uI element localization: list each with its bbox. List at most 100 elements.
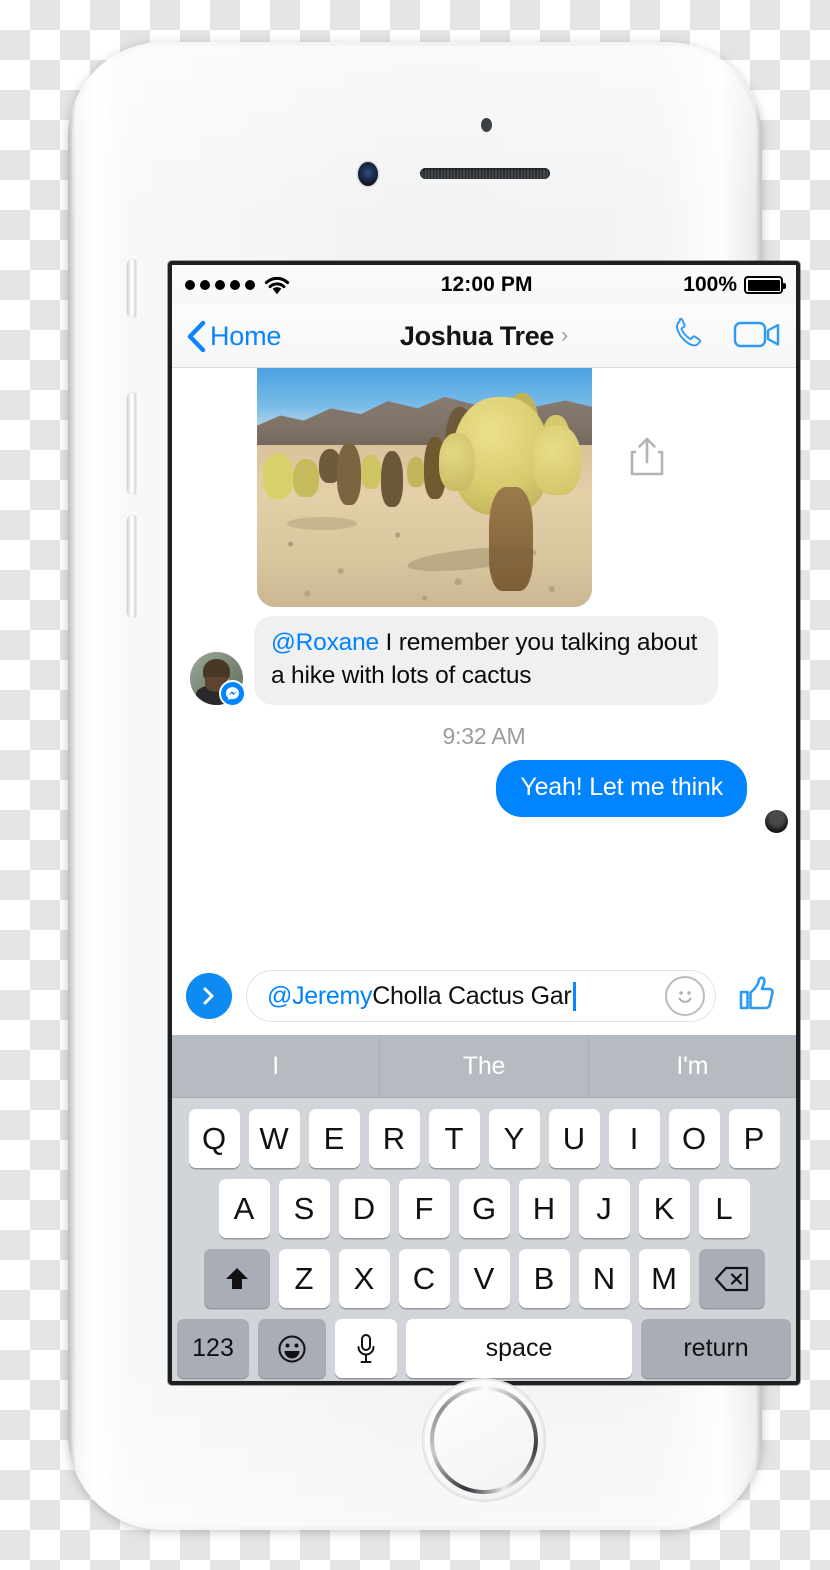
- input-mention: @Jeremy: [267, 981, 373, 1010]
- return-key[interactable]: return: [641, 1319, 791, 1378]
- message-input-text: @Jeremy Cholla Cactus Gar: [267, 981, 659, 1011]
- key-l[interactable]: L: [698, 1179, 750, 1238]
- key-w[interactable]: W: [248, 1109, 300, 1168]
- key-v[interactable]: V: [458, 1249, 510, 1308]
- cactus-shape: [293, 459, 319, 497]
- cactus-hero-trunk: [489, 487, 533, 591]
- status-bar: 12:00 PM 100%: [172, 265, 796, 305]
- received-message-bubble[interactable]: @Roxane I remember you talking about a h…: [254, 616, 718, 706]
- suggestion-2[interactable]: The: [379, 1035, 587, 1097]
- numbers-key[interactable]: 123: [177, 1319, 249, 1378]
- key-i[interactable]: I: [608, 1109, 660, 1168]
- microphone-icon[interactable]: [335, 1319, 397, 1378]
- key-j[interactable]: J: [578, 1179, 630, 1238]
- key-t[interactable]: T: [428, 1109, 480, 1168]
- mute-switch-button[interactable]: [127, 260, 136, 317]
- earpiece-speaker-icon: [420, 168, 550, 179]
- smiley-face-icon[interactable]: [665, 976, 705, 1016]
- key-a[interactable]: A: [218, 1179, 270, 1238]
- cactus-shape: [337, 443, 361, 505]
- cactus-shape: [381, 451, 403, 507]
- proximity-sensor-icon: [481, 118, 492, 132]
- text-caret: [573, 981, 576, 1011]
- suggestion-1[interactable]: I: [172, 1035, 379, 1097]
- chevron-left-icon: [187, 320, 206, 352]
- conversation-nav-bar: Home Joshua Tree ›: [172, 305, 796, 368]
- sent-message-row: Yeah! Let me think: [172, 760, 796, 834]
- onscreen-keyboard: I The I'm Q W E R T Y U I O P A S D F G …: [172, 1035, 796, 1381]
- cactus-shape: [263, 453, 293, 499]
- backspace-delete-icon[interactable]: [698, 1249, 765, 1308]
- home-button[interactable]: [423, 1379, 545, 1501]
- phone-screen: 12:00 PM 100% Home Joshua Tree › @Roxane…: [172, 265, 796, 1381]
- received-message-row: @Roxane I remember you talking about a h…: [172, 607, 796, 708]
- back-button-label: Home: [210, 320, 282, 351]
- message-input-field[interactable]: @Jeremy Cholla Cactus Gar: [246, 970, 716, 1022]
- key-u[interactable]: U: [548, 1109, 600, 1168]
- wifi-icon: [264, 276, 290, 295]
- photo-message-bubble[interactable]: [257, 368, 592, 607]
- space-key[interactable]: space: [406, 1319, 632, 1378]
- front-camera-icon: [358, 162, 378, 186]
- voice-call-button[interactable]: [670, 316, 706, 357]
- key-n[interactable]: N: [578, 1249, 630, 1308]
- key-g[interactable]: G: [458, 1179, 510, 1238]
- home-button-ring: [430, 1386, 538, 1494]
- key-o[interactable]: O: [668, 1109, 720, 1168]
- emoji-smiley-icon[interactable]: [258, 1319, 326, 1378]
- conversation-title: Joshua Tree: [399, 320, 555, 351]
- battery-icon: [744, 276, 786, 294]
- key-r[interactable]: R: [368, 1109, 420, 1168]
- key-f[interactable]: F: [398, 1179, 450, 1238]
- keyboard-row-bottom: 123 space return: [172, 1319, 796, 1378]
- keyboard-row-1: Q W E R T Y U I O P: [172, 1109, 796, 1168]
- message-composer: @Jeremy Cholla Cactus Gar: [172, 956, 796, 1035]
- messenger-badge-icon: [219, 680, 246, 708]
- cactus-shape: [439, 433, 475, 491]
- signal-strength-icon: [185, 280, 255, 290]
- key-p[interactable]: P: [728, 1109, 780, 1168]
- nav-action-buttons: [670, 316, 782, 357]
- shift-arrow-icon[interactable]: [203, 1249, 270, 1308]
- video-call-button[interactable]: [733, 317, 782, 356]
- message-thread[interactable]: @Roxane I remember you talking about a h…: [172, 368, 796, 956]
- key-e[interactable]: E: [308, 1109, 360, 1168]
- key-d[interactable]: D: [338, 1179, 390, 1238]
- key-z[interactable]: Z: [278, 1249, 330, 1308]
- keyboard-row-2: A S D F G H J K L: [172, 1179, 796, 1238]
- cactus-shape: [533, 425, 581, 495]
- predictive-suggestion-bar: I The I'm: [172, 1035, 796, 1098]
- key-y[interactable]: Y: [488, 1109, 540, 1168]
- message-timestamp: 9:32 AM: [442, 723, 526, 750]
- volume-down-button[interactable]: [127, 516, 136, 617]
- battery-percent-label: 100%: [683, 273, 737, 296]
- sent-message-bubble[interactable]: Yeah! Let me think: [496, 760, 747, 818]
- keyboard-row-3: Z X C V B N M: [172, 1249, 796, 1308]
- read-receipt-avatar: [765, 810, 788, 834]
- key-q[interactable]: Q: [188, 1109, 240, 1168]
- message-mention: @Roxane: [271, 629, 379, 656]
- key-h[interactable]: H: [518, 1179, 570, 1238]
- cactus-shape: [407, 457, 425, 487]
- chevron-right-icon: ›: [561, 324, 569, 347]
- key-s[interactable]: S: [278, 1179, 330, 1238]
- thumbs-up-icon[interactable]: [730, 972, 782, 1021]
- key-m[interactable]: M: [638, 1249, 690, 1308]
- cactus-shape: [361, 455, 381, 489]
- chevron-right-send-icon: [203, 987, 214, 1005]
- contact-avatar[interactable]: [190, 652, 246, 708]
- key-x[interactable]: X: [338, 1249, 390, 1308]
- volume-up-button[interactable]: [127, 393, 136, 494]
- key-b[interactable]: B: [518, 1249, 570, 1308]
- cactus-shadow: [287, 517, 357, 530]
- battery-status: 100%: [683, 273, 786, 297]
- share-photo-button[interactable]: [628, 436, 666, 483]
- key-k[interactable]: K: [638, 1179, 690, 1238]
- back-to-home-button[interactable]: Home: [186, 320, 281, 353]
- status-bar-clock: 12:00 PM: [440, 273, 533, 296]
- photo-message-row: [172, 368, 796, 607]
- expand-actions-button[interactable]: [186, 973, 232, 1019]
- suggestion-3[interactable]: I'm: [587, 1035, 796, 1097]
- key-c[interactable]: C: [398, 1249, 450, 1308]
- iphone-device: 12:00 PM 100% Home Joshua Tree › @Roxane…: [68, 42, 800, 1530]
